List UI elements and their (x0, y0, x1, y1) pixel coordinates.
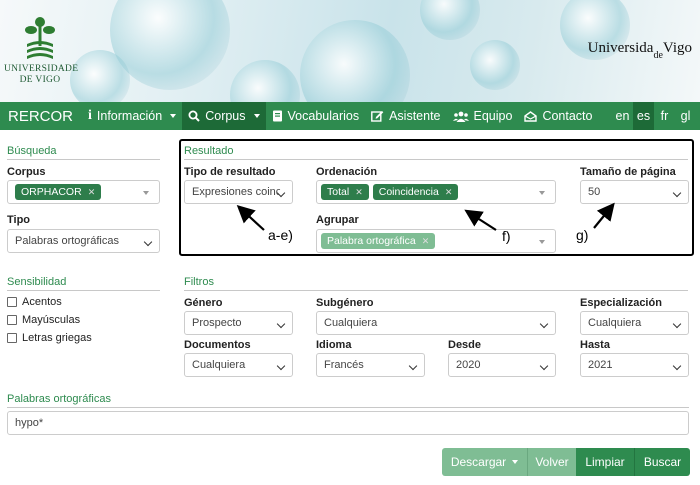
nav-item-equipo[interactable]: Equipo (447, 102, 519, 130)
chevron-down-icon (672, 319, 682, 329)
annotation-f: f) (502, 228, 511, 244)
hasta-label: Hasta (580, 339, 610, 351)
section-sensibilidad-title: Sensibilidad (7, 276, 160, 291)
chevron-down-icon (539, 319, 549, 329)
nav-item-informacion[interactable]: i Información (82, 102, 182, 130)
uvigo-tree-icon (25, 17, 55, 59)
corpus-tag: ORPHACOR ✕ (15, 184, 102, 200)
lang-es[interactable]: es (633, 102, 654, 130)
checkbox-acentos[interactable]: Acentos (7, 296, 62, 308)
nav-item-vocabularios[interactable]: Vocabularios (266, 102, 366, 130)
especializacion-label: Especialización (580, 297, 662, 309)
caret-down-icon (143, 191, 149, 195)
caret-down-icon (512, 460, 519, 464)
main-navbar: RERCOR i Información Corpus Vocabularios… (0, 102, 700, 130)
subgenero-select[interactable]: Cualquiera (316, 311, 556, 335)
especializacion-select[interactable]: Cualquiera (580, 311, 689, 335)
checkbox-mayusculas[interactable]: Mayúsculas (7, 314, 80, 326)
checkbox-letras-griegas[interactable]: Letras griegas (7, 332, 92, 344)
idioma-label: Idioma (316, 339, 352, 351)
hasta-select[interactable]: 2021 (580, 353, 689, 377)
genero-select[interactable]: Prospecto (184, 311, 293, 335)
annotation-g: g) (576, 227, 589, 243)
checkbox-icon[interactable] (7, 333, 17, 343)
corpus-select[interactable]: ORPHACOR ✕ (7, 180, 160, 204)
language-switcher: en es fr gl (612, 102, 696, 130)
lang-en[interactable]: en (612, 102, 633, 130)
buscar-button[interactable]: Buscar (634, 448, 690, 476)
annotation-a-e: a-e) (268, 227, 293, 243)
university-logo-right[interactable]: UniversidadeVigo (588, 40, 692, 61)
desde-select[interactable]: 2020 (448, 353, 556, 377)
highlight-frame (179, 139, 694, 256)
section-palabras-title: Palabras ortográficas (7, 393, 689, 408)
chevron-down-icon (276, 319, 286, 329)
lang-fr[interactable]: fr (654, 102, 675, 130)
lang-gl[interactable]: gl (675, 102, 696, 130)
caret-down-icon (170, 114, 177, 118)
caret-down-icon (253, 114, 260, 118)
nav-item-asistente[interactable]: Asistente (365, 102, 446, 130)
documentos-select[interactable]: Cualquiera (184, 353, 293, 377)
mail-icon (524, 110, 538, 122)
university-logo-left[interactable]: UNIVERSIDADE DE VIGO (4, 14, 79, 86)
nav-item-corpus[interactable]: Corpus (182, 102, 266, 130)
header-banner: UNIVERSIDADE DE VIGO UniversidadeVigo (0, 0, 700, 102)
tipo-label: Tipo (7, 214, 31, 226)
documentos-label: Documentos (184, 339, 251, 351)
checkbox-icon[interactable] (7, 297, 17, 307)
subgenero-label: Subgénero (316, 297, 374, 309)
corpus-label: Corpus (7, 166, 46, 178)
volver-button[interactable]: Volver (527, 448, 576, 476)
info-icon: i (88, 108, 92, 123)
chevron-down-icon (408, 361, 418, 371)
limpiar-button[interactable]: Limpiar (576, 448, 634, 476)
descargar-button[interactable]: Descargar (442, 448, 527, 476)
desde-label: Desde (448, 339, 482, 351)
palabras-input[interactable]: hypo* (7, 411, 689, 435)
chevron-down-icon (672, 361, 682, 371)
university-name: UNIVERSIDADE DE VIGO (4, 64, 79, 85)
brand-link[interactable]: RERCOR (0, 108, 82, 125)
chevron-down-icon (143, 237, 153, 247)
chevron-down-icon (276, 361, 286, 371)
remove-tag-icon[interactable]: ✕ (88, 187, 96, 198)
checkbox-icon[interactable] (7, 315, 17, 325)
tipo-select[interactable]: Palabras ortográficas (7, 229, 160, 253)
book-icon (272, 110, 282, 122)
section-busqueda-title: Búsqueda (7, 145, 160, 160)
edit-icon (371, 111, 384, 122)
users-icon (452, 111, 469, 122)
section-filtros-title: Filtros (184, 276, 688, 291)
idioma-select[interactable]: Francés (316, 353, 425, 377)
nav-item-contacto[interactable]: Contacto (518, 102, 598, 130)
genero-label: Género (184, 297, 223, 309)
action-buttons: Descargar Volver Limpiar Buscar (442, 448, 690, 476)
chevron-down-icon (539, 361, 549, 371)
search-icon (188, 110, 200, 122)
